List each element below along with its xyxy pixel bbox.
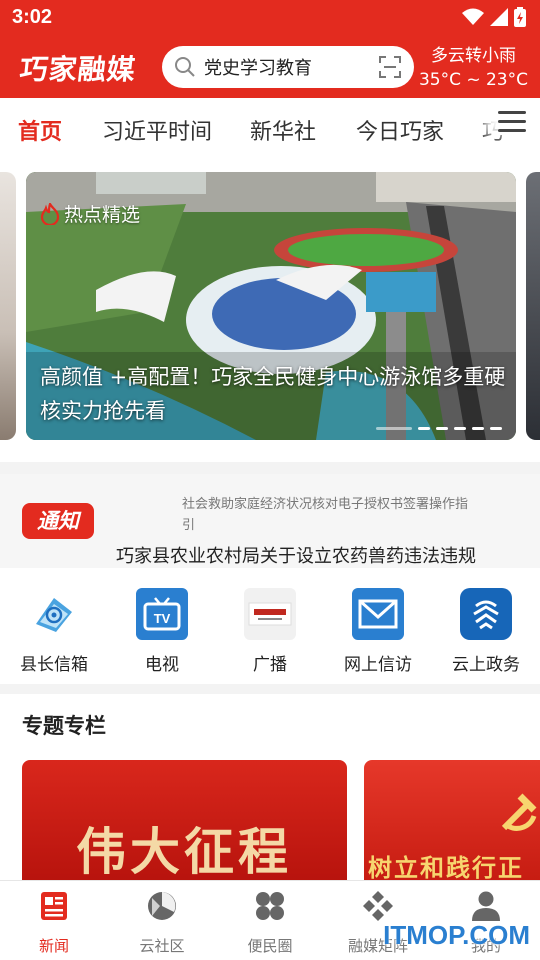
- weather-condition: 多云转小雨: [430, 46, 516, 66]
- tab-xinhua[interactable]: 新华社: [250, 114, 316, 146]
- matrix-icon: [361, 889, 395, 923]
- status-icons: [462, 7, 526, 27]
- shortcut-cloud-gov[interactable]: 云上政务: [436, 588, 536, 675]
- carousel-dot: [454, 427, 466, 430]
- tab-xi-time[interactable]: 习近平时间: [102, 114, 212, 146]
- shortcut-label: 云上政务: [452, 655, 520, 675]
- carousel-dot: [472, 427, 484, 430]
- tab-home[interactable]: 首页: [18, 114, 62, 146]
- scan-icon[interactable]: [378, 55, 402, 79]
- tab-today-qiaojia[interactable]: 今日巧家: [356, 114, 444, 146]
- notice-ticker[interactable]: 通知 社会救助家庭经济状况核对电子授权书签署操作指引 巧家县农业农村局关于设立农…: [0, 474, 540, 568]
- divider: [0, 684, 540, 694]
- shortcut-tv[interactable]: TV 电视: [112, 588, 212, 675]
- nav-convenience[interactable]: 便民圈: [220, 889, 320, 956]
- carousel-slide[interactable]: 热点精选 高颜值 +高配置！巧家全民健身中心游泳馆多重硬核实力抢先看: [26, 172, 516, 440]
- slide-title[interactable]: 高颜值 +高配置！巧家全民健身中心游泳馆多重硬核实力抢先看: [40, 360, 510, 428]
- svg-text:TV: TV: [154, 611, 171, 626]
- divider: [0, 462, 540, 474]
- status-time: 3:02: [12, 6, 53, 28]
- flame-icon: [40, 202, 60, 225]
- hammer-sickle-icon: [501, 793, 537, 831]
- special-card[interactable]: 树立和践行正: [364, 760, 540, 880]
- community-icon: [145, 889, 179, 923]
- nav-community[interactable]: 云社区: [112, 889, 212, 956]
- search-bar[interactable]: 党史学习教育: [162, 46, 414, 88]
- special-section-title: 专题专栏: [22, 714, 106, 738]
- news-icon: [37, 889, 71, 923]
- carousel-dot: [376, 427, 412, 430]
- shortcut-label: 县长信箱: [20, 655, 88, 675]
- hot-carousel[interactable]: 热点精选 高颜值 +高配置！巧家全民健身中心游泳馆多重硬核实力抢先看: [0, 170, 540, 442]
- watermark: ITMOP.COM: [383, 920, 530, 950]
- carousel-dot: [418, 427, 430, 430]
- shortcut-radio[interactable]: 广播: [220, 588, 320, 675]
- weather-widget[interactable]: 多云转小雨 35°C ~ 23°C: [419, 44, 528, 92]
- hot-badge: 热点精选: [40, 200, 140, 227]
- shortcut-grid: 县长信箱 TV 电视 广播 网上信访 云上政务: [0, 570, 540, 682]
- shortcut-mayor-mailbox[interactable]: 县长信箱: [4, 588, 104, 675]
- nav-label: 新闻: [38, 937, 69, 955]
- special-cards: 伟大征程 树立和践行正: [0, 760, 540, 880]
- wifi-icon: [462, 8, 484, 25]
- nav-news[interactable]: 新闻: [4, 889, 104, 956]
- search-icon: [175, 57, 195, 77]
- hot-badge-label: 热点精选: [64, 204, 141, 226]
- app-logo: 巧家融媒: [18, 53, 138, 86]
- radio-fm-icon: [244, 588, 296, 640]
- search-input[interactable]: 党史学习教育: [204, 54, 378, 80]
- special-card-text: 树立和践行正: [368, 853, 524, 880]
- carousel-dot: [436, 427, 448, 430]
- channel-tabs: 首页 习近平时间 新华社 今日巧家 巧: [0, 98, 540, 162]
- weather-temperature: 35°C ~ 23°C: [418, 70, 528, 90]
- notice-current-item[interactable]: 巧家县农业农村局关于设立农药兽药违法违规: [116, 542, 540, 568]
- signal-icon: [490, 8, 508, 26]
- grid-circles-icon: [253, 889, 287, 923]
- user-icon: [469, 889, 503, 923]
- menu-icon[interactable]: [498, 111, 526, 135]
- special-card-text: 伟大征程: [76, 822, 292, 880]
- shortcut-label: 广播: [253, 655, 287, 675]
- shortcut-label: 网上信访: [344, 655, 412, 675]
- nav-label: 云社区: [139, 937, 185, 955]
- gov-service-icon: [460, 588, 512, 640]
- notice-previous-item[interactable]: 社会救助家庭经济状况核对电子授权书签署操作指引: [182, 494, 472, 536]
- carousel-dot: [490, 427, 502, 430]
- email-at-icon: [28, 588, 80, 640]
- app-header: 3:02 巧家融媒 党史学习教育 多云转小雨 35°C ~ 23°C: [0, 0, 540, 98]
- shortcut-online-petition[interactable]: 网上信访: [328, 588, 428, 675]
- tv-icon: TV: [136, 588, 188, 640]
- carousel-prev-slide[interactable]: [0, 172, 16, 440]
- shortcut-label: 电视: [145, 655, 179, 675]
- carousel-next-slide[interactable]: [526, 172, 540, 440]
- notice-badge: 通知: [22, 503, 94, 539]
- carousel-indicator: [376, 427, 502, 430]
- nav-label: 便民圈: [247, 937, 293, 955]
- battery-icon: [514, 7, 526, 27]
- status-bar: 3:02: [0, 0, 540, 36]
- envelope-icon: [352, 588, 404, 640]
- special-card[interactable]: 伟大征程: [22, 760, 347, 880]
